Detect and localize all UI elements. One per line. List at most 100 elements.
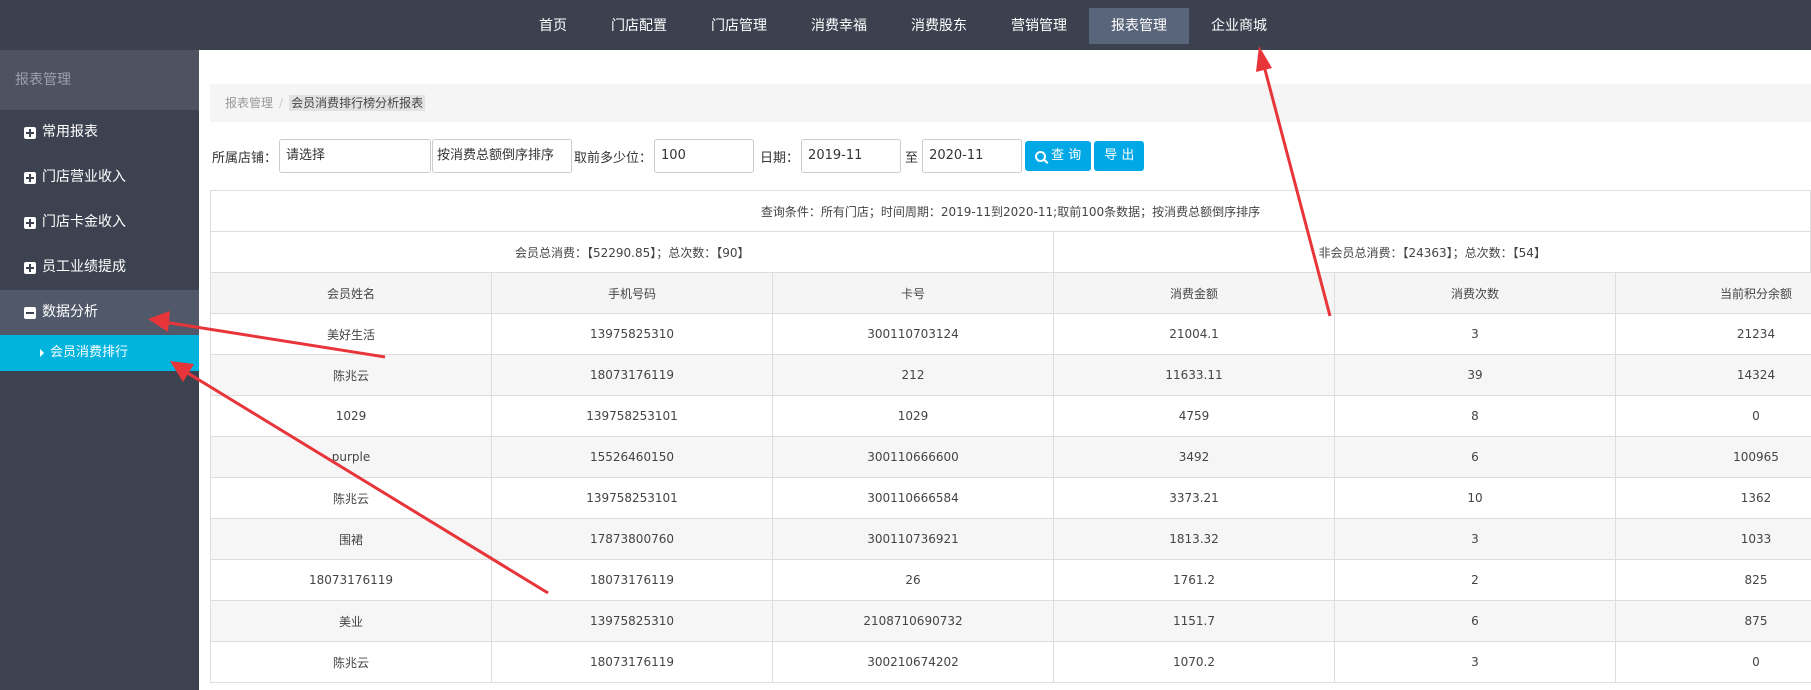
sidebar-item-data-analysis[interactable]: 数据分析: [0, 290, 199, 335]
filter-bar: 所属店铺： 请选择 按消费总额倒序排序 取前多少位： 100 日期： 2019-…: [210, 139, 1145, 173]
cell-count: 3: [1335, 519, 1616, 559]
nav-mall[interactable]: 企业商城: [1189, 8, 1289, 44]
cell-amount: 3492: [1054, 437, 1335, 477]
sidebar: 报表管理 常用报表 门店营业收入 门店卡金收入 员工业绩提成 数据分析 会员消费…: [0, 50, 199, 690]
condition-row: 查询条件：所有门店；时间周期：2019-11到2020-11;取前100条数据；…: [211, 191, 1811, 232]
date-to-label: 至: [905, 150, 919, 166]
cell-count: 2: [1335, 560, 1616, 600]
cell-name: 18073176119: [211, 560, 492, 600]
table-row: 美业 13975825310 2108710690732 1151.7 6 87…: [211, 601, 1811, 642]
cell-phone: 18073176119: [492, 560, 773, 600]
cell-amount: 1761.2: [1054, 560, 1335, 600]
sidebar-subitem-label: 会员消费排行: [50, 345, 129, 360]
cell-amount: 3373.21: [1054, 478, 1335, 518]
sidebar-item-employee-commission[interactable]: 员工业绩提成: [0, 245, 199, 290]
store-label: 所属店铺：: [212, 150, 278, 166]
cell-name: 陈兆云: [211, 478, 492, 518]
col-phone: 手机号码: [492, 273, 773, 313]
cell-count: 3: [1335, 642, 1616, 682]
cell-name: 围裙: [211, 519, 492, 559]
cell-count: 6: [1335, 601, 1616, 641]
cell-points: 0: [1616, 396, 1811, 436]
sidebar-item-store-card-income[interactable]: 门店卡金收入: [0, 200, 199, 245]
report-table: 查询条件：所有门店；时间周期：2019-11到2020-11;取前100条数据；…: [210, 190, 1811, 683]
nav-store-config[interactable]: 门店配置: [589, 8, 689, 44]
nav-store-management[interactable]: 门店管理: [689, 8, 789, 44]
top-count-input[interactable]: 100: [654, 139, 755, 173]
sidebar-item-label: 员工业绩提成: [42, 259, 126, 275]
breadcrumb: 报表管理 / 会员消费排行榜分析报表: [210, 84, 1811, 122]
nav-reports[interactable]: 报表管理: [1089, 8, 1189, 44]
table-row: 美好生活 13975825310 300110703124 21004.1 3 …: [211, 314, 1811, 355]
summary-row: 会员总消费：【52290.85】；总次数：【90】 非会员总消费：【24363】…: [211, 232, 1811, 273]
cell-phone: 18073176119: [492, 642, 773, 682]
plus-icon: [24, 171, 36, 184]
cell-points: 875: [1616, 601, 1811, 641]
query-button[interactable]: 查 询: [1025, 141, 1092, 171]
nav-marketing[interactable]: 营销管理: [989, 8, 1089, 44]
query-condition: 查询条件：所有门店；时间周期：2019-11到2020-11;取前100条数据；…: [211, 191, 1811, 231]
cell-card: 300110666600: [773, 437, 1054, 477]
cell-amount: 4759: [1054, 396, 1335, 436]
cell-amount: 21004.1: [1054, 314, 1335, 354]
sidebar-item-label: 门店卡金收入: [42, 214, 126, 230]
sort-select[interactable]: 按消费总额倒序排序: [432, 139, 573, 173]
cell-amount: 1070.2: [1054, 642, 1335, 682]
cell-card: 300110736921: [773, 519, 1054, 559]
cell-points: 1362: [1616, 478, 1811, 518]
plus-icon: [24, 261, 36, 274]
nav-consumption-shareholders[interactable]: 消费股东: [889, 8, 989, 44]
sidebar-item-store-revenue[interactable]: 门店营业收入: [0, 155, 199, 200]
cell-card: 300210674202: [773, 642, 1054, 682]
store-select[interactable]: 请选择: [279, 139, 432, 173]
top-bar: 首页 门店配置 门店管理 消费幸福 消费股东 营销管理 报表管理 企业商城: [0, 0, 1811, 50]
member-summary: 会员总消费：【52290.85】；总次数：【90】: [211, 232, 1055, 272]
cell-phone: 13975825310: [492, 601, 773, 641]
cell-name: 美好生活: [211, 314, 492, 354]
main-content: 报表管理 / 会员消费排行榜分析报表 所属店铺： 请选择 按消费总额倒序排序 取前多…: [199, 50, 1811, 690]
cell-amount: 11633.11: [1054, 355, 1335, 395]
col-count: 消费次数: [1335, 273, 1616, 313]
date-label: 日期：: [760, 150, 800, 166]
col-card-number: 卡号: [773, 273, 1054, 313]
cell-count: 3: [1335, 314, 1616, 354]
table-row: 围裙 17873800760 300110736921 1813.32 3 10…: [211, 519, 1811, 560]
cell-points: 0: [1616, 642, 1811, 682]
nav-home[interactable]: 首页: [517, 8, 589, 44]
cell-phone: 139758253101: [492, 478, 773, 518]
breadcrumb-current: 会员消费排行榜分析报表: [289, 95, 426, 111]
query-button-label: 查 询: [1051, 148, 1082, 163]
cell-card: 1029: [773, 396, 1054, 436]
export-button[interactable]: 导 出: [1094, 141, 1145, 171]
cell-name: 1029: [211, 396, 492, 436]
col-amount: 消费金额: [1054, 273, 1335, 313]
breadcrumb-root[interactable]: 报表管理: [225, 96, 273, 110]
cell-count: 10: [1335, 478, 1616, 518]
sidebar-subitem-member-ranking[interactable]: 会员消费排行: [0, 335, 199, 371]
sidebar-item-label: 门店营业收入: [42, 169, 126, 185]
sidebar-item-label: 常用报表: [42, 124, 98, 140]
cell-name: 陈兆云: [211, 642, 492, 682]
cell-points: 1033: [1616, 519, 1811, 559]
breadcrumb-separator: /: [279, 96, 284, 110]
cell-count: 6: [1335, 437, 1616, 477]
date-from-input[interactable]: 2019-11: [801, 139, 902, 173]
cell-name: purple: [211, 437, 492, 477]
sidebar-item-common-reports[interactable]: 常用报表: [0, 110, 199, 155]
cell-card: 300110666584: [773, 478, 1054, 518]
search-icon: [1035, 150, 1047, 162]
nav-consumption-happiness[interactable]: 消费幸福: [789, 8, 889, 44]
cell-phone: 13975825310: [492, 314, 773, 354]
cell-phone: 139758253101: [492, 396, 773, 436]
caret-right-icon: [40, 349, 44, 357]
table-row: 陈兆云 18073176119 300210674202 1070.2 3 0: [211, 642, 1811, 683]
table-row: 陈兆云 18073176119 212 11633.11 39 14324: [211, 355, 1811, 396]
cell-points: 100965: [1616, 437, 1811, 477]
table-row: 18073176119 18073176119 26 1761.2 2 825: [211, 560, 1811, 601]
top-nav: 首页 门店配置 门店管理 消费幸福 消费股东 营销管理 报表管理 企业商城: [517, 8, 1289, 44]
cell-count: 8: [1335, 396, 1616, 436]
cell-amount: 1151.7: [1054, 601, 1335, 641]
date-to-input[interactable]: 2020-11: [922, 139, 1023, 173]
cell-card: 26: [773, 560, 1054, 600]
cell-phone: 18073176119: [492, 355, 773, 395]
